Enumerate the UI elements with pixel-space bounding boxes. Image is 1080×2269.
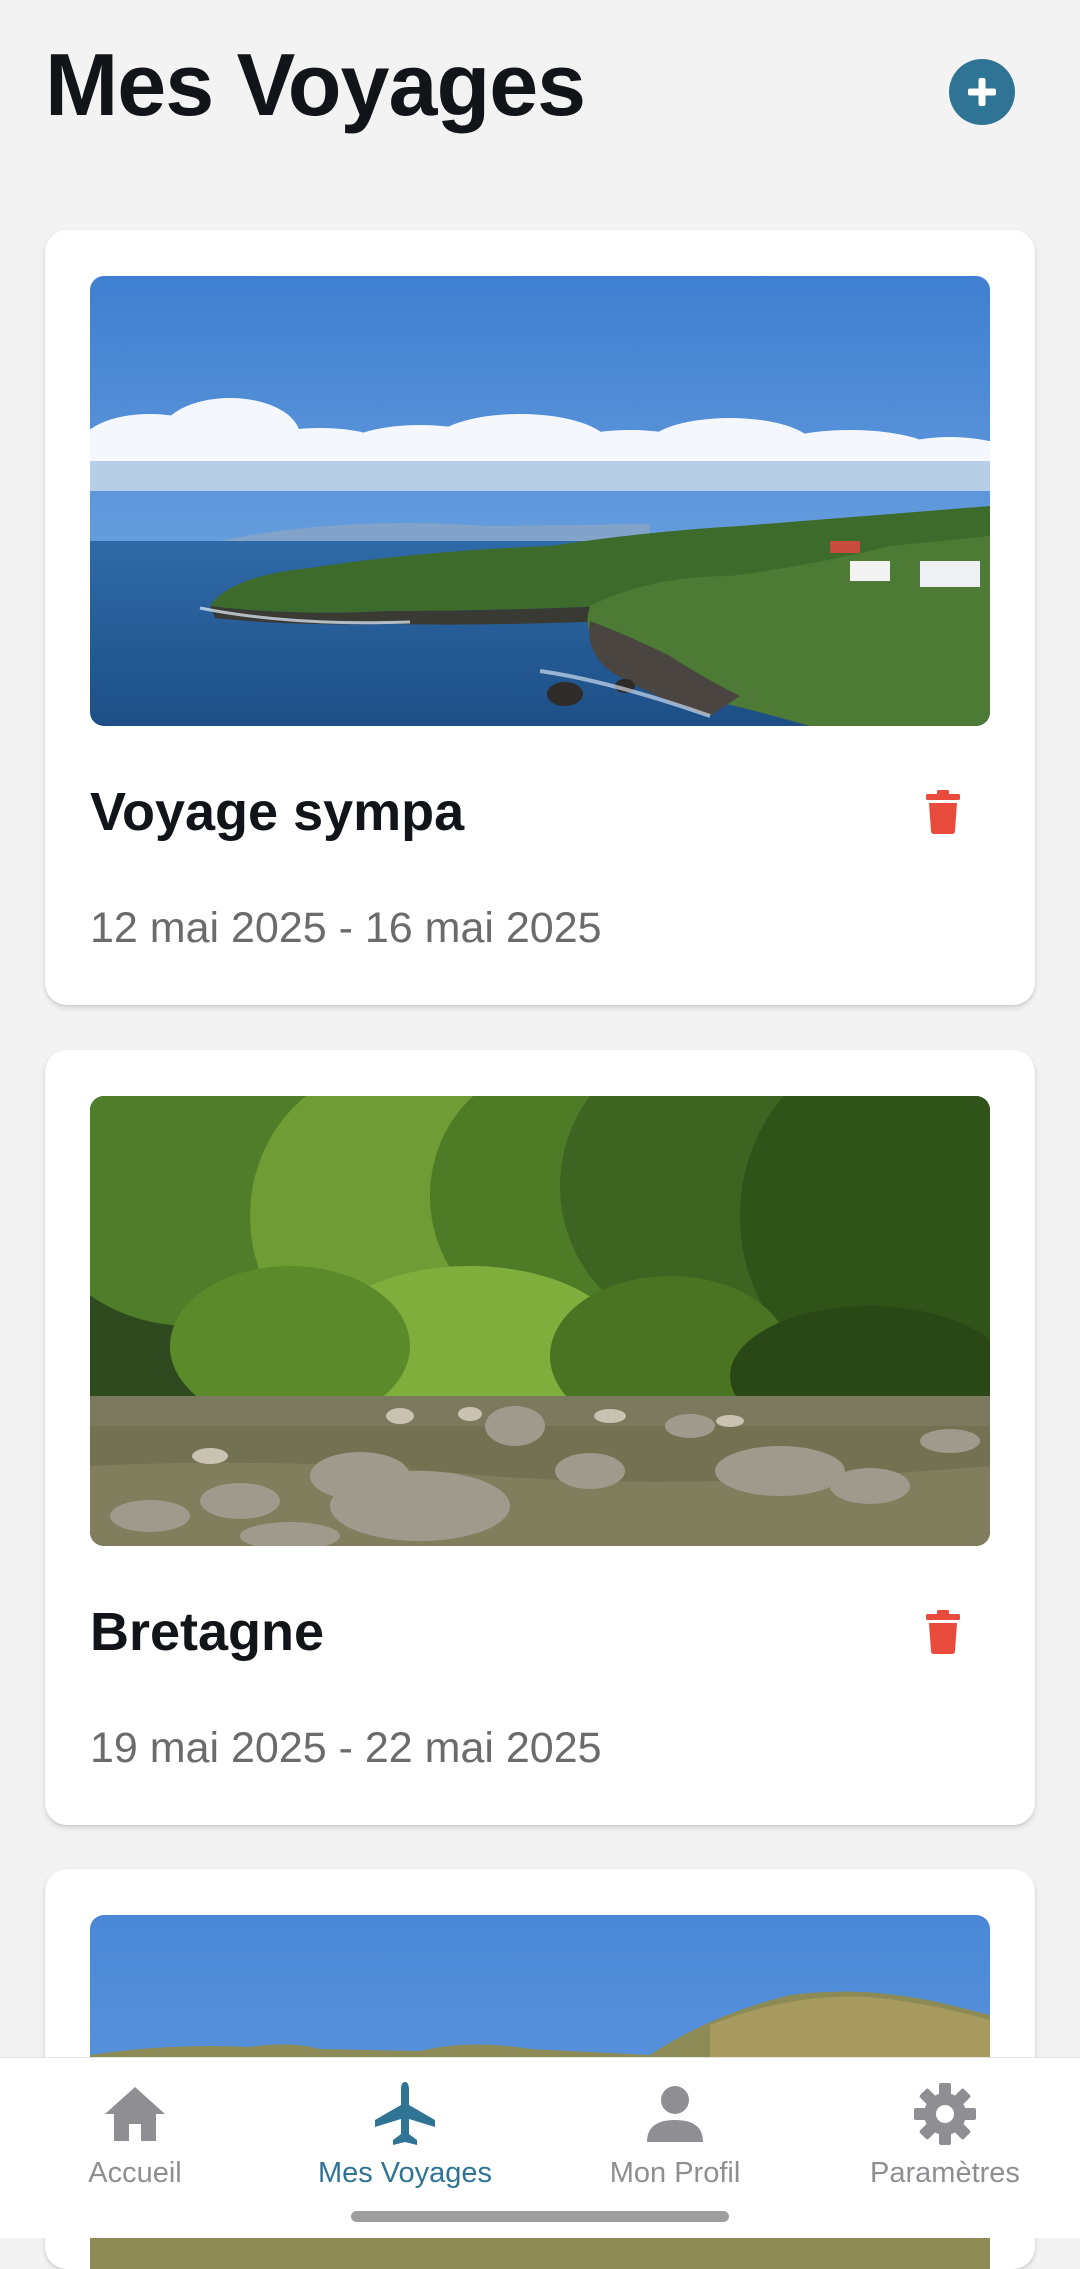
tab-label: Accueil: [88, 2157, 182, 2189]
trip-dates: 12 mai 2025 - 16 mai 2025: [90, 904, 602, 952]
trip-title: Voyage sympa: [90, 782, 465, 842]
trip-photo-coastal-cliffs: [90, 276, 990, 726]
person-icon: [639, 2078, 711, 2150]
trip-photo-jungle-river: [90, 1096, 990, 1546]
home-indicator: [351, 2211, 729, 2222]
add-trip-button[interactable]: [949, 59, 1015, 125]
delete-trip-button[interactable]: [915, 1602, 971, 1662]
page-title: Mes Voyages: [45, 35, 586, 134]
tab-label: Paramètres: [870, 2157, 1020, 2189]
tab-accueil[interactable]: Accueil: [0, 2058, 270, 2198]
trip-dates: 19 mai 2025 - 22 mai 2025: [90, 1724, 602, 1772]
tab-mes-voyages[interactable]: Mes Voyages: [270, 2058, 540, 2198]
home-icon: [99, 2078, 171, 2150]
trip-card[interactable]: Voyage sympa 12 mai 2025 - 16 mai 2025: [45, 230, 1035, 1005]
trip-card[interactable]: Bretagne 19 mai 2025 - 22 mai 2025: [45, 1050, 1035, 1825]
trip-title: Bretagne: [90, 1602, 325, 1662]
trash-icon: [926, 790, 960, 834]
airplane-icon: [369, 2078, 441, 2150]
page-header: Mes Voyages: [0, 0, 1080, 200]
trash-icon: [926, 1610, 960, 1654]
plus-icon: [968, 78, 996, 106]
delete-trip-button[interactable]: [915, 782, 971, 842]
tab-label: Mes Voyages: [317, 2157, 493, 2189]
tab-label: Mon Profil: [609, 2157, 741, 2189]
tab-mon-profil[interactable]: Mon Profil: [540, 2058, 810, 2198]
gear-icon: [909, 2078, 981, 2150]
tab-parametres[interactable]: Paramètres: [810, 2058, 1080, 2198]
